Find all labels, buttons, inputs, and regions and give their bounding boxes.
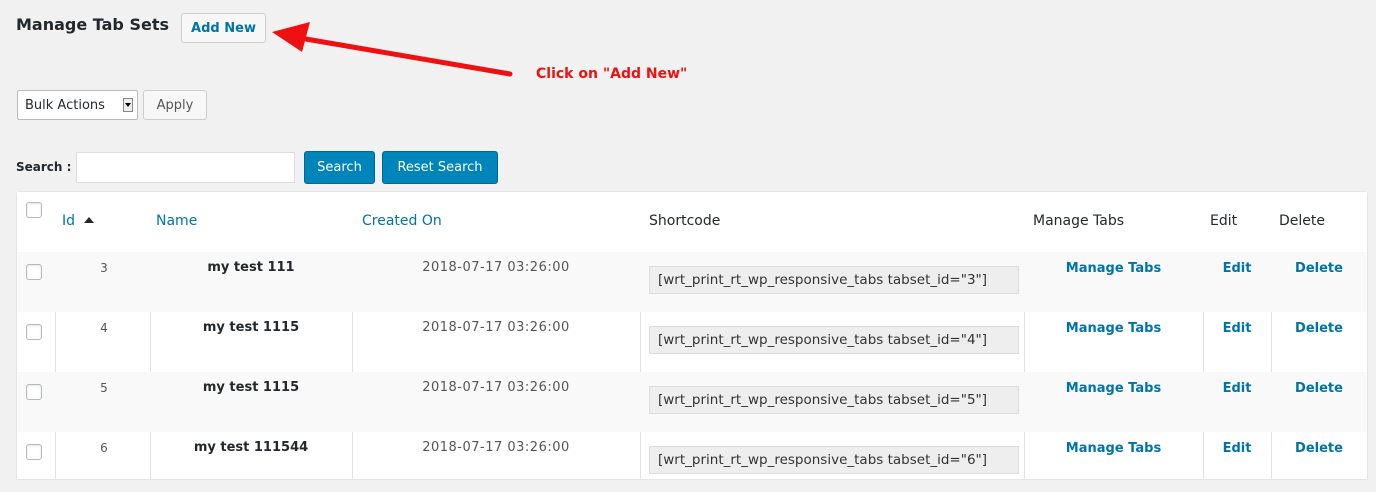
manage-tabs-link[interactable]: Manage Tabs bbox=[1024, 321, 1203, 336]
row-created-on: 2018-07-17 03:26:00 bbox=[422, 320, 570, 335]
table-row: 3 my test 111 2018-07-17 03:26:00 [wrt_p… bbox=[17, 252, 1367, 312]
row-checkbox[interactable] bbox=[26, 444, 42, 460]
edit-link[interactable]: Edit bbox=[1203, 441, 1271, 456]
row-shortcode[interactable]: [wrt_print_rt_wp_responsive_tabs tabset_… bbox=[649, 266, 1019, 294]
row-id: 3 bbox=[100, 261, 108, 275]
page-title: Manage Tab Sets bbox=[16, 15, 169, 34]
header-shortcode: Shortcode bbox=[649, 213, 721, 229]
search-label: Search : bbox=[16, 160, 72, 174]
arrow-annotation-icon bbox=[272, 22, 513, 77]
add-new-button[interactable]: Add New bbox=[181, 13, 266, 43]
row-id: 4 bbox=[100, 321, 108, 335]
row-created-on: 2018-07-17 03:26:00 bbox=[422, 440, 570, 455]
table-header: Id Name Created On Shortcode Manage Tabs… bbox=[17, 192, 1367, 253]
delete-link[interactable]: Delete bbox=[1271, 441, 1367, 456]
select-all-checkbox[interactable] bbox=[26, 202, 42, 218]
row-checkbox[interactable] bbox=[26, 264, 42, 280]
reset-search-button[interactable]: Reset Search bbox=[382, 151, 498, 184]
dropdown-caret-icon bbox=[123, 98, 133, 112]
apply-button[interactable]: Apply bbox=[143, 90, 207, 120]
row-created-on: 2018-07-17 03:26:00 bbox=[422, 260, 570, 275]
table-row: 5 my test 1115 2018-07-17 03:26:00 [wrt_… bbox=[17, 372, 1367, 432]
row-shortcode[interactable]: [wrt_print_rt_wp_responsive_tabs tabset_… bbox=[649, 326, 1019, 354]
delete-link[interactable]: Delete bbox=[1271, 381, 1367, 396]
header-id-label: Id bbox=[62, 213, 76, 229]
row-shortcode[interactable]: [wrt_print_rt_wp_responsive_tabs tabset_… bbox=[649, 446, 1019, 474]
search-input[interactable] bbox=[76, 152, 295, 183]
header-edit: Edit bbox=[1210, 213, 1238, 229]
row-id: 5 bbox=[100, 381, 108, 395]
row-name: my test 1115 bbox=[202, 380, 300, 395]
header-id[interactable]: Id bbox=[62, 213, 95, 229]
header-manage-tabs: Manage Tabs bbox=[1033, 213, 1125, 229]
sort-ascending-icon bbox=[84, 217, 95, 223]
delete-link[interactable]: Delete bbox=[1271, 261, 1367, 276]
edit-link[interactable]: Edit bbox=[1203, 261, 1271, 276]
bulk-actions-label: Bulk Actions bbox=[25, 97, 105, 113]
tab-sets-table: Id Name Created On Shortcode Manage Tabs… bbox=[16, 191, 1368, 480]
table-row: 4 my test 1115 2018-07-17 03:26:00 [wrt_… bbox=[17, 312, 1367, 372]
manage-tabs-link[interactable]: Manage Tabs bbox=[1024, 261, 1203, 276]
row-created-on: 2018-07-17 03:26:00 bbox=[422, 380, 570, 395]
row-name: my test 1115 bbox=[202, 320, 300, 335]
bulk-actions-select[interactable]: Bulk Actions bbox=[17, 90, 138, 120]
row-checkbox[interactable] bbox=[26, 384, 42, 400]
row-name: my test 111544 bbox=[193, 440, 309, 455]
search-button[interactable]: Search bbox=[304, 151, 375, 184]
header-name[interactable]: Name bbox=[156, 213, 197, 229]
row-shortcode[interactable]: [wrt_print_rt_wp_responsive_tabs tabset_… bbox=[649, 386, 1019, 414]
table-row: 6 my test 111544 2018-07-17 03:26:00 [wr… bbox=[17, 432, 1367, 492]
row-checkbox[interactable] bbox=[26, 324, 42, 340]
delete-link[interactable]: Delete bbox=[1271, 321, 1367, 336]
header-delete: Delete bbox=[1279, 213, 1325, 229]
header-created-on[interactable]: Created On bbox=[362, 213, 442, 229]
manage-tabs-link[interactable]: Manage Tabs bbox=[1024, 441, 1203, 456]
row-id: 6 bbox=[100, 441, 108, 455]
edit-link[interactable]: Edit bbox=[1203, 321, 1271, 336]
annotation-text: Click on "Add New" bbox=[536, 66, 688, 82]
manage-tabs-link[interactable]: Manage Tabs bbox=[1024, 381, 1203, 396]
row-name: my test 111 bbox=[207, 260, 295, 275]
edit-link[interactable]: Edit bbox=[1203, 381, 1271, 396]
